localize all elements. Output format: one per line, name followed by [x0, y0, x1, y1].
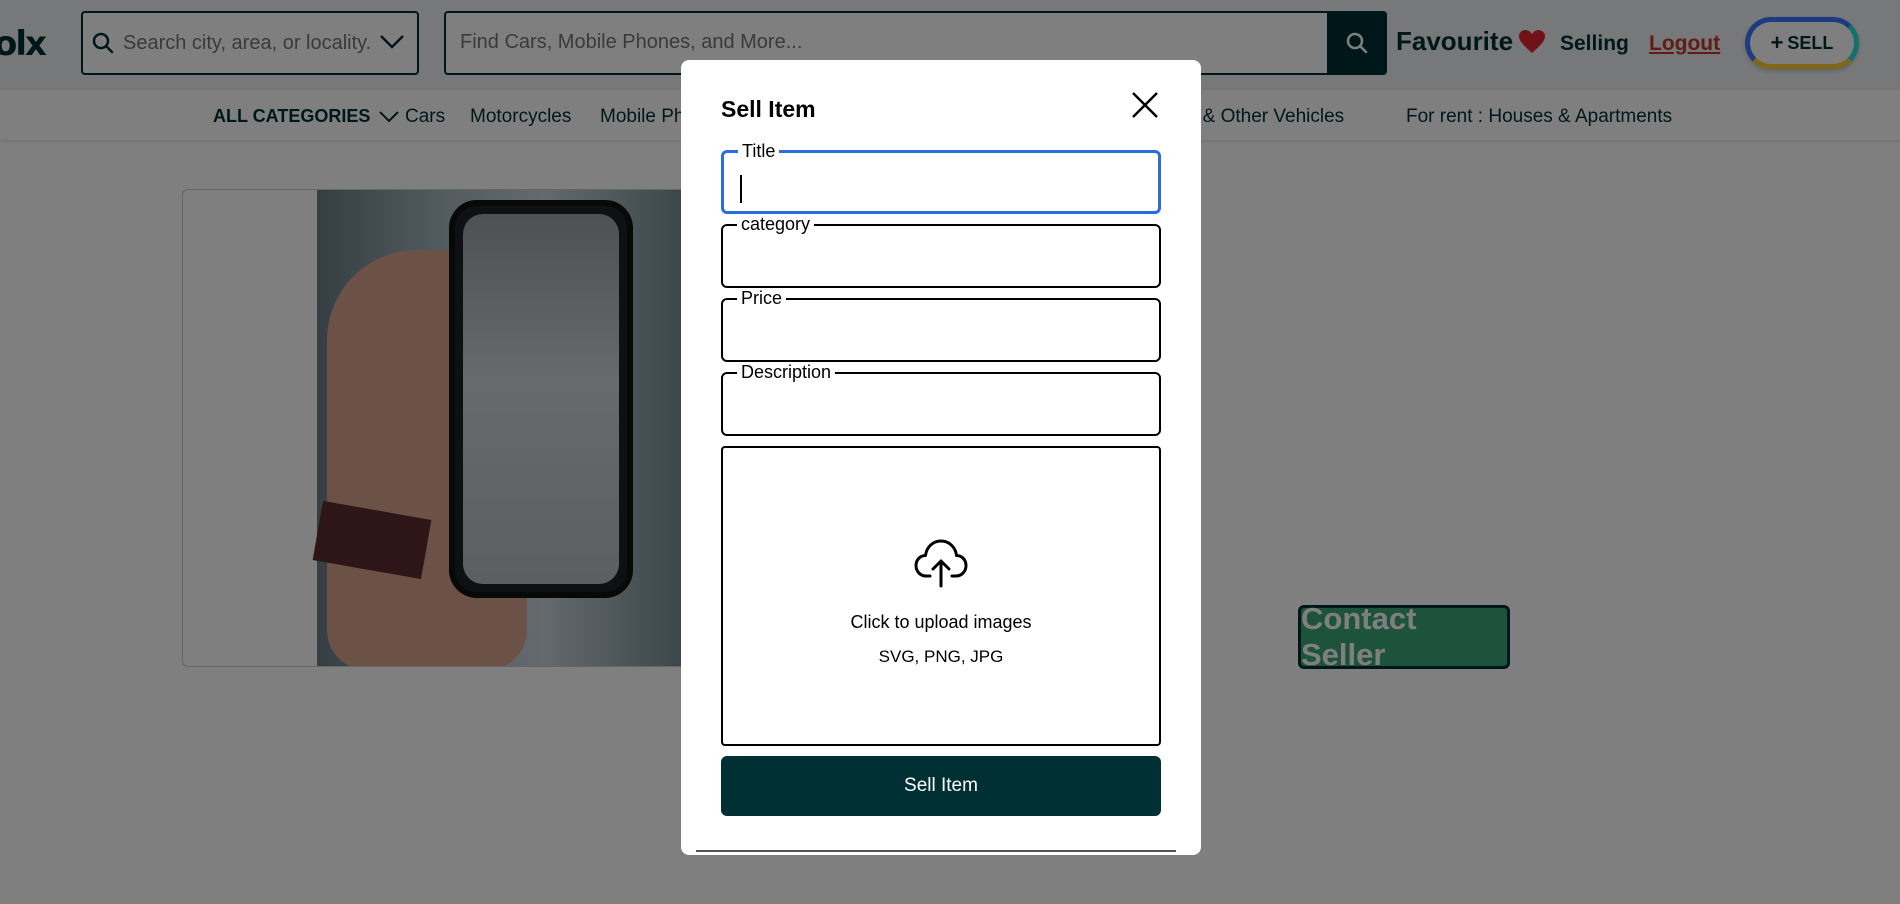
price-input[interactable]	[737, 322, 1137, 350]
description-label: Description	[737, 362, 836, 382]
upload-cloud-icon	[914, 539, 968, 588]
description-input[interactable]	[737, 396, 1137, 424]
price-label: Price	[737, 288, 787, 308]
category-input[interactable]	[737, 248, 1137, 276]
upload-formats: SVG, PNG, JPG	[878, 647, 1004, 666]
category-label: category	[737, 214, 815, 234]
sell-item-submit-button[interactable]: Sell Item	[721, 756, 1161, 816]
title-input[interactable]	[738, 175, 1138, 203]
sell-item-modal: Sell Item Title category Price Descripti…	[681, 60, 1201, 855]
modal-divider	[696, 850, 1176, 852]
title-field[interactable]: Title	[721, 141, 1161, 214]
upload-instruction: Click to upload images	[850, 612, 1032, 632]
price-field[interactable]: Price	[721, 288, 1161, 362]
modal-title: Sell Item	[721, 96, 816, 122]
image-upload-area[interactable]: Click to upload images SVG, PNG, JPG	[721, 446, 1161, 746]
title-label: Title	[738, 141, 780, 161]
description-field[interactable]: Description	[721, 362, 1161, 436]
close-icon[interactable]	[1130, 90, 1160, 120]
category-field[interactable]: category	[721, 214, 1161, 288]
